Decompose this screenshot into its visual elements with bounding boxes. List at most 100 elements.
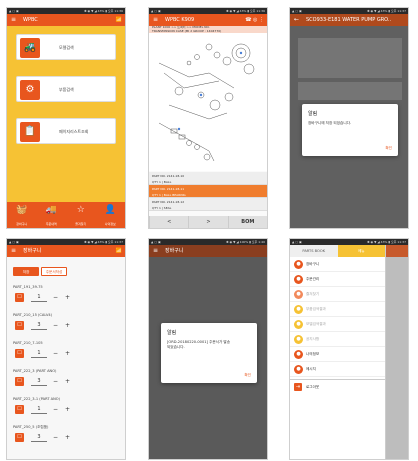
app-title: 장바구니 [165, 248, 184, 254]
nav-orders[interactable]: 🚚 주문내역 [37, 202, 67, 228]
delete-checkbox[interactable]: ☐ [15, 293, 24, 302]
quantity-field[interactable]: 3 [31, 433, 47, 442]
app-bar: ≡ WPBC 📶 [7, 14, 125, 26]
menu-icon[interactable]: ≡ [153, 14, 158, 26]
delete-checkbox[interactable]: ☐ [15, 321, 24, 330]
cart-icon: ● [294, 260, 303, 269]
increase-button[interactable]: + [65, 349, 70, 358]
user-icon: 👤 [104, 205, 116, 215]
app-bar: ≡ WPBC K909 ☎ ◎ ⋮ [149, 14, 267, 26]
bom-button[interactable]: BOM [227, 216, 267, 228]
menu-icon[interactable]: ≡ [11, 14, 16, 26]
logout-icon: ⇥ [294, 383, 302, 391]
menu-item-messages[interactable]: ● 메시지 [290, 362, 385, 377]
alert-dialog: 알림 [ORD-20180220-0001] 주문서가 발송 되었습니다. 확인 [161, 323, 257, 383]
screen-cart: ▲ ▢ ▣ ✱ ◉ ▼ ◢ 43% ▮ 오후 11:37 ≡ 장바구니 📶 저장… [6, 238, 126, 460]
star-icon: ☆ [76, 205, 85, 215]
logout-button[interactable]: ⇥ 로그아웃 [290, 379, 385, 393]
cart-item: PART_210_7-105 ☐ 1 − + [13, 341, 71, 358]
screen-cart-saved: ▲ ▢ ▣ ✱ ◉ ▼ ◢ 43% ▮ 오후 11:37 ← SCO933-E1… [289, 7, 409, 229]
prev-button[interactable]: < [149, 216, 188, 228]
dialog-ok-button[interactable]: 확인 [385, 146, 392, 151]
menu-item-favorites[interactable]: ● 즐겨찾기 [290, 287, 385, 302]
decrease-button[interactable]: − [53, 349, 58, 358]
my-info-icon: ● [294, 350, 303, 359]
page-list-card[interactable]: 📋 페이지리스트조회 [16, 118, 116, 144]
decrease-button[interactable]: − [53, 433, 58, 442]
model-search-card[interactable]: 🚜 모델검색 [16, 34, 116, 60]
app-title: WPBC K909 [165, 17, 195, 23]
truck-icon: 🚚 [45, 205, 57, 215]
menu-item-model-results[interactable]: ● 모델검색결과 [290, 317, 385, 332]
menu-item-cart[interactable]: ● 장바구니 [290, 257, 385, 272]
tab-order-form[interactable]: 주문서작성 [41, 267, 67, 276]
notices-icon: ● [294, 335, 303, 344]
menu-icon[interactable]: ≡ [153, 245, 158, 257]
basket-icon: 🧺 [16, 205, 28, 215]
delete-checkbox[interactable]: ☐ [15, 349, 24, 358]
decrease-button[interactable]: − [53, 377, 58, 386]
increase-button[interactable]: + [65, 377, 70, 386]
menu-item-part-results[interactable]: ● 부품검색결과 [290, 302, 385, 317]
quantity-field[interactable]: 3 [31, 377, 47, 386]
tab-menu[interactable]: 메뉴 [337, 245, 385, 257]
gear-icon: ⚙ [20, 80, 40, 100]
cart-item: PART_191_39-75 ☐ 1 − + [13, 285, 71, 302]
nav-my-info[interactable]: 👤 나의정보 [96, 202, 126, 228]
app-title: 장바구니 [23, 248, 42, 254]
dialog-ok-button[interactable]: 확인 [244, 373, 251, 378]
navigation-drawer: PARTS BOOK 메뉴 ● 장바구니 ● 주문관리 ● 즐겨찾기 ● 부품검색결과 … [290, 245, 386, 459]
dialog-title: 알림 [167, 330, 177, 336]
dialog-title: 알림 [308, 111, 318, 117]
part-item-selected[interactable]: PART NO. 2141-18-11 QTY 1 | BALL BEARING [149, 185, 267, 198]
quantity-field[interactable]: 1 [31, 293, 47, 302]
part-item[interactable]: PART NO. 2141-18-12 QTY 1 | SEAL [149, 198, 267, 211]
model-search-label: 모델검색 [59, 45, 74, 50]
app-bar: ≡ 장바구니 [149, 245, 267, 257]
part-search-card[interactable]: ⚙ 부품검색 [16, 76, 116, 102]
part-list: PART NO. 2141-18-10 QTY 1 | BALL PART NO.… [149, 172, 267, 211]
decrease-button[interactable]: − [53, 321, 58, 330]
delete-checkbox[interactable]: ☐ [15, 433, 24, 442]
nav-favorites[interactable]: ☆ 즐겨찾기 [66, 202, 96, 228]
quantity-field[interactable]: 3 [31, 321, 47, 330]
tab-save[interactable]: 저장 [13, 267, 39, 276]
screen-parts-diagram: ▲ ▢ ▣ ✱ ◉ ▼ ◢ 43% ▮ 오후 11:36 ≡ WPBC K909… [148, 7, 268, 229]
menu-item-orders[interactable]: ● 주문관리 [290, 272, 385, 287]
orders-icon: ● [294, 275, 303, 284]
screen-nav-drawer: ▲ ▢ ▣ ✱ ◉ ▼ ◢ 43% ▮ 오후 11:37 PARTS BOOK … [289, 238, 409, 460]
cart-item: PART_222_3 (PART ANO) ☐ 3 − + [13, 369, 71, 386]
tractor-icon: 🚜 [20, 38, 40, 58]
wifi-icon: 📶 [115, 17, 122, 23]
increase-button[interactable]: + [65, 321, 70, 330]
cart-tabs: 저장 주문서작성 [7, 267, 125, 277]
increase-button[interactable]: + [65, 405, 70, 414]
cart-item: PART_210_15 (CALV4) ☐ 3 − + [13, 313, 71, 330]
app-bar: ← SCO933-E181 WATER PUMP GRO.. [290, 14, 408, 26]
next-button[interactable]: > [188, 216, 227, 228]
content-scrim[interactable] [386, 245, 408, 459]
menu-item-my-info[interactable]: ● 나의정보 [290, 347, 385, 362]
back-arrow-icon[interactable]: ← [294, 14, 299, 26]
decrease-button[interactable]: − [53, 293, 58, 302]
part-item[interactable]: PART NO. 2141-18-10 QTY 1 | BALL [149, 172, 267, 185]
favorites-icon: ● [294, 290, 303, 299]
decrease-button[interactable]: − [53, 405, 58, 414]
part-search-label: 부품검색 [59, 87, 74, 92]
quantity-field[interactable]: 1 [31, 405, 47, 414]
screen-order-sent: ▲ ▢ ▣ ✱ ◉ ▼ ◢ 100% ▮ 오후 1:40 ≡ 장바구니 알림 [… [148, 238, 268, 460]
increase-button[interactable]: + [65, 433, 70, 442]
menu-item-notices[interactable]: ● 공지사항 [290, 332, 385, 347]
menu-icon[interactable]: ≡ [11, 245, 16, 257]
tab-parts-book[interactable]: PARTS BOOK [290, 245, 338, 257]
increase-button[interactable]: + [65, 293, 70, 302]
delete-checkbox[interactable]: ☐ [15, 405, 24, 414]
quantity-field[interactable]: 1 [31, 349, 47, 358]
nav-cart[interactable]: 🧺 장바구니 [7, 202, 37, 228]
alert-dialog: 알림 장바구니에 저장 되었습니다. 확인 [302, 104, 398, 156]
delete-checkbox[interactable]: ☐ [15, 377, 24, 386]
toolbar-icons[interactable]: ☎ ◎ ⋮ [245, 14, 264, 26]
dialog-message: [ORD-20180220-0001] 주문서가 발송 되었습니다. [167, 340, 231, 349]
exploded-parts-diagram[interactable] [149, 33, 268, 171]
app-bar: ≡ 장바구니 📶 [7, 245, 125, 257]
